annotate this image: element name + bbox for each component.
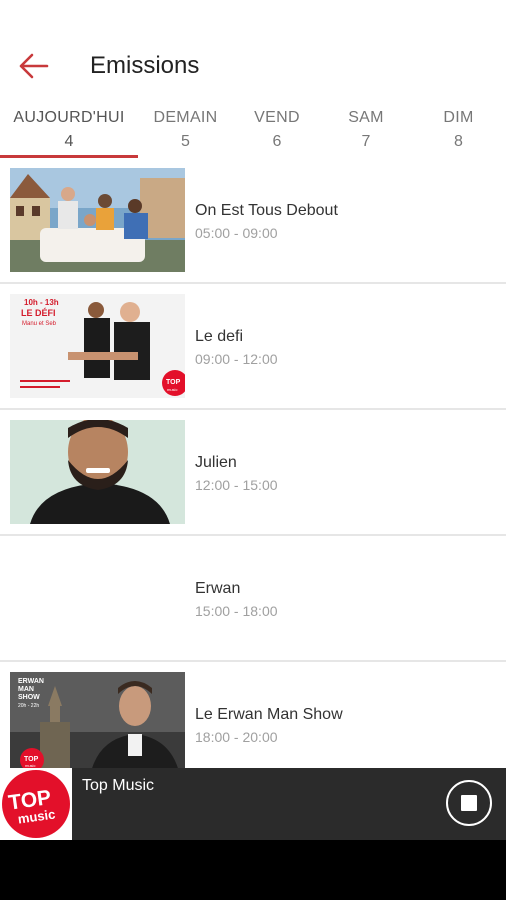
show-thumbnail: ERWAN MAN SHOW 20h - 22h TOP music [10,672,185,768]
show-info: Julien 12:00 - 15:00 [195,452,278,495]
show-info: Le Erwan Man Show 18:00 - 20:00 [195,704,343,747]
thumb-logo-music: music [167,387,177,392]
show-time: 09:00 - 12:00 [195,351,278,367]
arrow-left-icon [19,53,49,79]
thumb-title-line2: MAN [18,686,34,693]
show-info: Le defi 09:00 - 12:00 [195,326,278,369]
show-row[interactable]: ERWAN MAN SHOW 20h - 22h TOP music Le Er… [0,662,506,768]
show-row[interactable]: Erwan 15:00 - 18:00 [0,536,506,662]
show-row[interactable]: Julien 12:00 - 15:00 [0,410,506,536]
station-logo: TOP music [0,768,72,840]
show-row[interactable]: 10h - 13h LE DÉFI Manu et Seb TOP music … [0,284,506,410]
system-navigation-bar [0,840,506,900]
show-thumbnail: 10h - 13h LE DÉFI Manu et Seb TOP music [10,294,185,398]
tab-label: DEMAIN [153,109,218,126]
thumb-hours-text: 20h - 22h [18,703,39,709]
thumb-hosts-text: Manu et Seb [22,321,57,327]
thumb-title-line3: SHOW [18,694,40,701]
mini-player: TOP music Top Music [0,768,506,840]
tab-tomorrow[interactable]: DEMAIN 5 [138,100,233,158]
show-info: On Est Tous Debout 05:00 - 09:00 [195,200,338,243]
thumb-logo-top: TOP [24,756,39,763]
thumb-hours-text: 10h - 13h [24,298,59,307]
show-time: 05:00 - 09:00 [195,225,278,241]
tab-day-number: 6 [272,133,282,150]
tab-label: SAM [348,109,384,126]
show-thumbnail [10,168,185,272]
show-title: Le defi [195,328,244,345]
thumb-title-text: LE DÉFI [21,308,56,318]
tab-today[interactable]: AUJOURD'HUI 4 [0,100,138,158]
thumb-title-line1: ERWAN [18,678,44,685]
show-title: Le Erwan Man Show [195,706,343,723]
show-time: 18:00 - 20:00 [195,729,278,745]
stop-icon [461,795,477,811]
show-row[interactable]: On Est Tous Debout 05:00 - 09:00 [0,158,506,284]
back-button[interactable] [14,46,54,86]
tab-day-number: 4 [64,133,74,150]
show-title: Julien [195,454,237,471]
show-info: Erwan 15:00 - 18:00 [195,578,278,621]
show-list: On Est Tous Debout 05:00 - 09:00 10h - 1… [0,158,506,768]
show-thumbnail [10,546,185,650]
show-time: 12:00 - 15:00 [195,477,278,493]
tab-label: VEND [254,109,300,126]
tab-sunday[interactable]: DIM 8 [411,100,506,158]
tab-label: AUJOURD'HUI [13,109,125,126]
show-title: Erwan [195,580,241,597]
thumb-logo-top: TOP [166,379,181,386]
show-title: On Est Tous Debout [195,202,338,219]
station-name: Top Music [82,777,155,794]
app-bar: Emissions [0,0,506,100]
tab-friday[interactable]: VEND 6 [233,100,321,158]
stop-button[interactable] [446,780,492,826]
page-title: Emissions [90,52,200,79]
day-tabs: AUJOURD'HUI 4 DEMAIN 5 VEND 6 SAM 7 DIM … [0,100,506,158]
show-time: 15:00 - 18:00 [195,603,278,619]
tab-day-number: 8 [454,133,463,150]
show-thumbnail [10,420,185,524]
tab-saturday[interactable]: SAM 7 [321,100,411,158]
tab-label: DIM [443,109,474,126]
tab-day-number: 5 [181,133,190,150]
tab-day-number: 7 [361,133,371,150]
